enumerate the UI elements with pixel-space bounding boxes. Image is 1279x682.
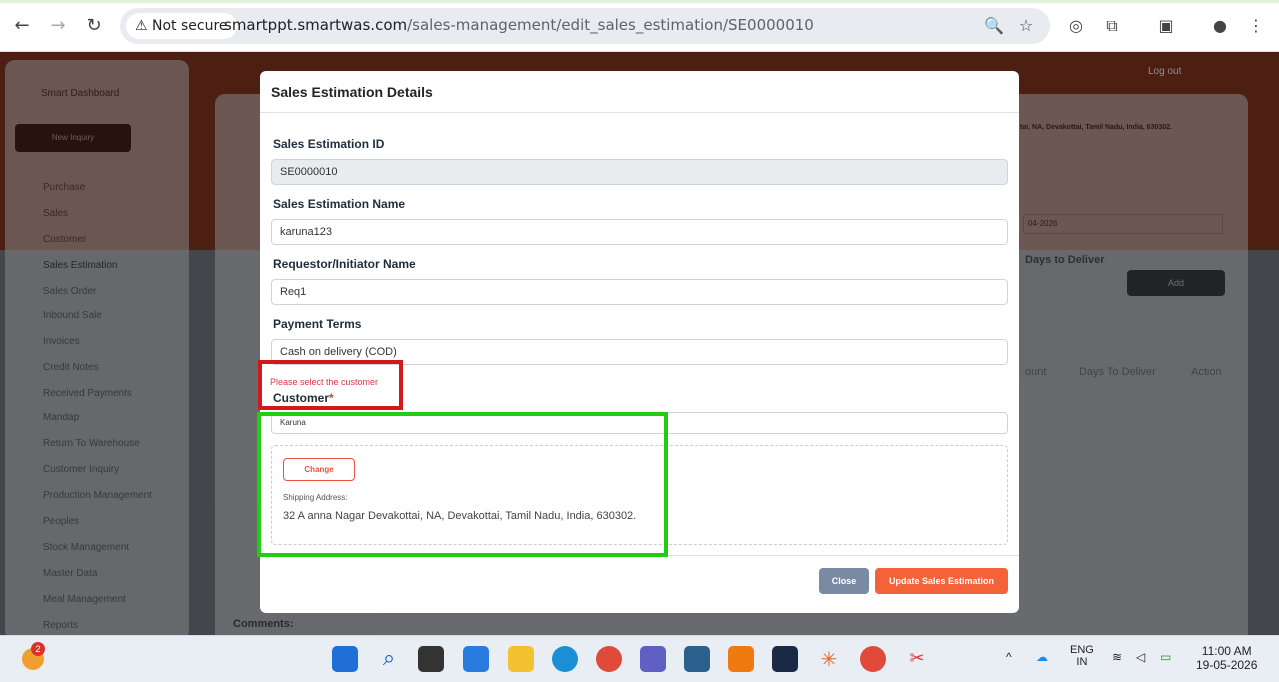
puzzle-icon[interactable]: ⧉	[1100, 14, 1124, 38]
browser-toolbar: ← → ↻ ⚠ Not secure smartppt.smartwas.com…	[0, 0, 1279, 52]
not-secure-label: Not secure	[152, 18, 228, 34]
lang-code: ENG	[1070, 644, 1094, 656]
clock[interactable]: 11:00 AM 19-05-2026	[1196, 644, 1257, 672]
tab-strip-edge	[0, 0, 1279, 3]
reload-icon[interactable]: ↻	[82, 14, 106, 38]
zoom-icon[interactable]: 🔍	[982, 14, 1006, 38]
onedrive-icon[interactable]: ☁	[1036, 650, 1048, 664]
modal-footer: Close Update Sales Estimation	[260, 555, 1019, 613]
security-chip[interactable]: ⚠ Not secure	[126, 13, 237, 39]
error-highlight-box	[258, 360, 403, 410]
outlook-icon[interactable]	[463, 646, 489, 672]
claude-icon[interactable]: ✳	[816, 646, 842, 672]
url-text[interactable]: smartppt.smartwas.com/sales-management/e…	[224, 16, 814, 34]
file-explorer-icon[interactable]	[508, 646, 534, 672]
extension-icon[interactable]: ◎	[1064, 14, 1088, 38]
address-bar[interactable]: ⚠ Not secure smartppt.smartwas.com/sales…	[120, 8, 1050, 44]
tab-search-icon[interactable]: ▣	[1154, 14, 1178, 38]
windows-taskbar: 2 ⌕ ✳ ✂ ^ ☁ ENG IN ≋ ◁ ▭ 11:00 AM 19-05-20…	[0, 635, 1279, 682]
url-host: smartppt.smartwas.com	[224, 16, 408, 34]
search-icon[interactable]: ⌕	[376, 646, 402, 672]
payment-terms-label: Payment Terms	[273, 317, 362, 331]
language-indicator[interactable]: ENG IN	[1070, 644, 1094, 668]
forward-icon[interactable]: →	[46, 14, 70, 38]
profile-avatar[interactable]: ●	[1208, 14, 1232, 38]
estimation-name-field[interactable]: karuna123	[271, 219, 1008, 245]
address-highlight-box	[257, 412, 668, 557]
requestor-label: Requestor/Initiator Name	[273, 257, 416, 271]
estimation-name-label: Sales Estimation Name	[273, 197, 406, 211]
url-path: /sales-management/edit_sales_estimation/…	[407, 16, 814, 34]
edge-icon[interactable]	[552, 646, 578, 672]
notification-badge: 2	[31, 642, 45, 656]
clock-date: 19-05-2026	[1196, 658, 1258, 672]
update-estimation-button[interactable]: Update Sales Estimation	[875, 568, 1008, 594]
tray-chevron-icon[interactable]: ^	[1006, 650, 1012, 664]
snipping-tool-icon[interactable]: ✂	[904, 646, 930, 672]
anydesk-icon[interactable]	[772, 646, 798, 672]
sql-icon[interactable]	[684, 646, 710, 672]
wifi-icon[interactable]: ≋	[1112, 650, 1122, 664]
battery-icon[interactable]: ▭	[1160, 650, 1171, 664]
bookmark-star-icon[interactable]: ☆	[1014, 14, 1038, 38]
modal-title: Sales Estimation Details	[260, 71, 1019, 113]
chrome-icon[interactable]	[596, 646, 622, 672]
menu-kebab-icon[interactable]: ⋮	[1244, 14, 1268, 38]
task-view-icon[interactable]	[418, 646, 444, 672]
estimation-id-label: Sales Estimation ID	[273, 137, 385, 151]
teams-icon[interactable]	[640, 646, 666, 672]
volume-icon[interactable]: ◁	[1136, 650, 1145, 664]
requestor-field[interactable]: Req1	[271, 279, 1008, 305]
vlc-icon[interactable]	[728, 646, 754, 672]
back-icon[interactable]: ←	[10, 14, 34, 38]
chrome-profile-icon[interactable]	[860, 646, 886, 672]
close-button[interactable]: Close	[819, 568, 869, 594]
region-code: IN	[1076, 656, 1088, 668]
start-icon[interactable]	[332, 646, 358, 672]
estimation-id-field[interactable]: SE0000010	[271, 159, 1008, 185]
clock-time: 11:00 AM	[1201, 644, 1252, 658]
